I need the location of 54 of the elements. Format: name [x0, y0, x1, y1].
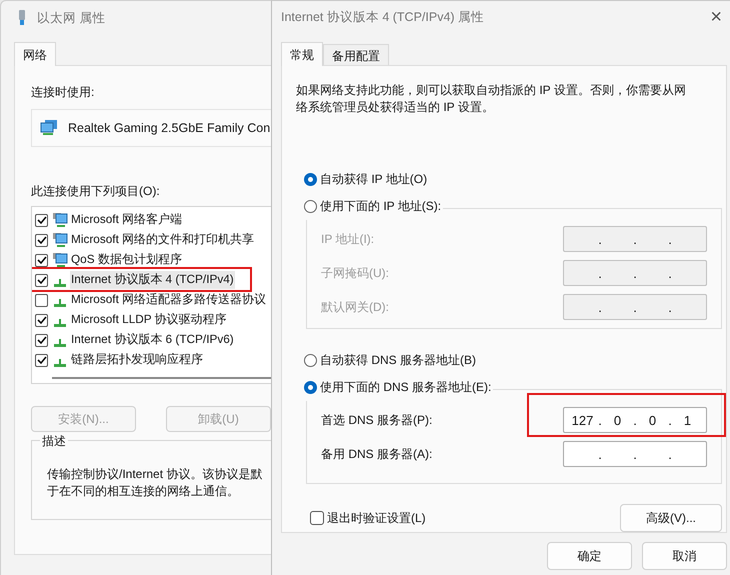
checkbox[interactable]	[35, 214, 48, 226]
field-label: 默认网关(D):	[321, 298, 389, 316]
window-title: 以太网 属性	[37, 10, 106, 26]
dialog-button[interactable]: 确定	[547, 542, 632, 570]
checkbox[interactable]	[35, 334, 48, 346]
dialog-button[interactable]: 取消	[642, 542, 727, 570]
checkbox[interactable]	[35, 294, 48, 306]
group-title: 描述	[40, 433, 68, 450]
list-item[interactable]: Microsoft 网络的文件和打印机共享	[35, 230, 271, 250]
ip-address-field[interactable]: . . .	[563, 441, 707, 467]
monitor-icon	[52, 212, 68, 228]
field-label: 首选 DNS 服务器(P):	[321, 412, 432, 428]
checkbox-option[interactable]: 退出时验证设置(L)	[310, 510, 426, 526]
network-adapter-icon	[40, 120, 58, 136]
field-label: 子网掩码(U):	[321, 264, 389, 282]
checkbox[interactable]	[35, 234, 48, 246]
protocol-icon	[54, 298, 66, 306]
radio-button[interactable]	[304, 200, 317, 213]
list-item[interactable]: Microsoft 网络客户端	[35, 210, 271, 230]
adapter-field: Realtek Gaming 2.5GbE Family Con	[31, 109, 271, 147]
scrollbar[interactable]	[52, 377, 271, 379]
checkbox[interactable]	[35, 254, 48, 266]
monitor-icon	[52, 252, 68, 268]
close-button[interactable]: ×	[702, 6, 730, 28]
description-text: 传输控制协议/Internet 协议。该协议是默 于在不同的相互连接的网络上通信。	[47, 467, 262, 498]
checkbox[interactable]	[35, 314, 48, 326]
protocol-icon	[54, 338, 66, 346]
checkbox[interactable]	[35, 274, 48, 286]
list-item[interactable]: Microsoft 网络适配器多路传送器协议	[35, 290, 271, 310]
field-label: IP 地址(I):	[321, 230, 374, 248]
ip-address-field[interactable]: 127 . 0 . 0 . 1	[563, 407, 707, 433]
list-item[interactable]: Internet 协议版本 6 (TCP/IPv6)	[35, 330, 271, 350]
checkbox[interactable]	[310, 511, 324, 525]
protocol-icon	[54, 358, 66, 366]
tab[interactable]: 备用配置	[323, 44, 389, 65]
ethernet-plug-icon	[17, 10, 27, 26]
intro-text: 如果网络支持此功能，则可以获取自动指派的 IP 设置。否则，你需要从网络系统管理员处获得适当的 IP 设置。	[296, 82, 687, 116]
section-label: 连接时使用:	[31, 84, 96, 101]
radio-button[interactable]	[304, 354, 317, 367]
radio-button[interactable]	[304, 381, 317, 394]
advanced-button[interactable]: 高级(V)...	[620, 504, 722, 532]
tab[interactable]: 网络	[14, 42, 56, 66]
list-item[interactable]: QoS 数据包计划程序	[35, 250, 271, 270]
section-label: 此连接使用下列项目(O):	[31, 183, 161, 200]
checkbox[interactable]	[35, 354, 48, 366]
window-title: Internet 协议版本 4 (TCP/IPv4) 属性	[281, 8, 484, 26]
field-label: 备用 DNS 服务器(A):	[321, 446, 432, 462]
list-item[interactable]: Microsoft LLDP 协议驱动程序	[35, 310, 271, 330]
protocol-icon	[54, 278, 66, 286]
radio-button[interactable]	[304, 173, 317, 186]
protocol-icon	[54, 318, 66, 326]
list-item[interactable]: 链路层拓扑发现响应程序	[35, 350, 271, 370]
monitor-icon	[52, 232, 68, 248]
tab[interactable]: 常规	[281, 42, 323, 66]
